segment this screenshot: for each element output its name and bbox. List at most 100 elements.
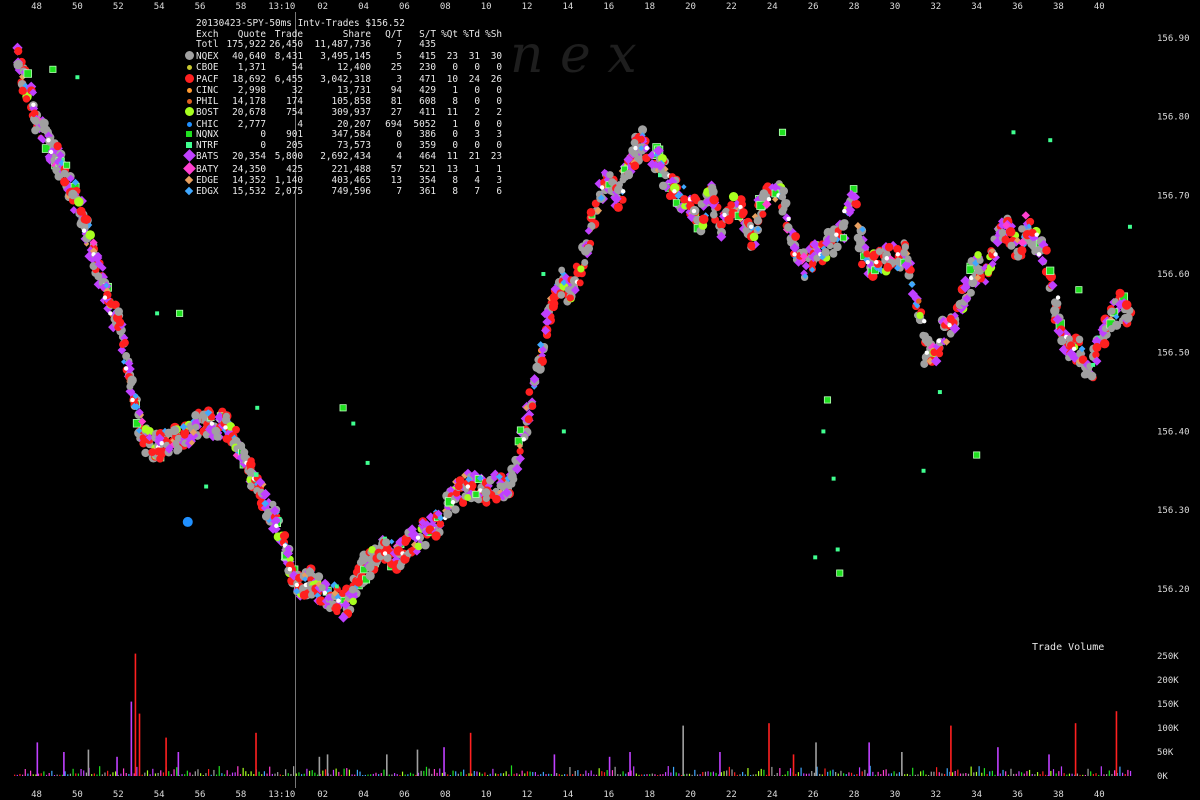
trade-point-ntrf [351, 421, 356, 426]
trade-point-pacf [709, 195, 719, 205]
volume-spike-bar [608, 756, 611, 776]
trade-point-bost [141, 425, 150, 434]
volume-bar [691, 774, 693, 776]
volume-bar [72, 768, 74, 776]
trade-point-bost [984, 268, 992, 277]
stats-cell-xqt: 8 [452, 185, 458, 197]
trade-point-nqex [624, 169, 633, 179]
legend-marker-edgx [184, 186, 194, 195]
trade-point-pacf [852, 200, 861, 209]
trade-point-nqex [778, 207, 787, 216]
volume-bar [832, 769, 834, 776]
stats-cell-trade: 5,800 [274, 151, 303, 162]
volume-bar [755, 774, 757, 776]
x-tick-bottom-label: 12 [522, 790, 533, 800]
volume-bar [914, 774, 916, 776]
stats-cell-exch: EDGX [196, 185, 219, 197]
volume-bar [399, 774, 401, 776]
trade-point-pacf [354, 577, 363, 587]
volume-bar [69, 773, 72, 776]
volume-bar [441, 772, 444, 776]
trade-point-nqex [173, 444, 183, 454]
volume-bar [912, 767, 914, 776]
x-tick-bottom-label: 34 [971, 790, 982, 800]
trade-point-pacf [680, 195, 689, 204]
x-tick-top-label: 54 [154, 2, 165, 12]
stats-cell-quote: 0 [260, 139, 266, 151]
volume-bar [925, 774, 927, 776]
stats-cell-qt: 13 [390, 175, 402, 186]
trade-point-highlight [336, 598, 341, 603]
volume-bar [1129, 770, 1132, 776]
volume-bar [566, 774, 568, 776]
volume-bar [614, 766, 616, 776]
volume-bar [364, 774, 366, 776]
trade-point-pacf [1121, 300, 1132, 310]
stats-cell-xsh: 23 [490, 151, 502, 162]
trade-point-ntrf [831, 476, 836, 481]
trade-point-nqex [1054, 300, 1062, 308]
volume-bar [930, 771, 932, 776]
x-axis-bottom: 48 50 52 54 56 58 13:10 02 04 06 08 10 12 14 16 18 20 22 2… [31, 790, 1105, 800]
volume-bar [720, 772, 722, 776]
volume-bar [850, 772, 853, 776]
volume-spike-bar [901, 752, 903, 776]
trade-point-pacf [1042, 246, 1051, 255]
volume-bar [1034, 774, 1036, 776]
stats-cell-xsh: 0 [496, 85, 502, 96]
stats-row-bost: BOST 20,678 754 309,937 27 411 11 2 2 [182, 107, 502, 120]
volume-bar [375, 772, 377, 776]
volume-bar [704, 771, 707, 776]
volume-bar [808, 773, 810, 776]
trade-point-nqex [753, 216, 762, 225]
trade-point-edgx [908, 280, 916, 288]
volume-bar [970, 766, 972, 776]
volume-bar [811, 771, 813, 776]
volume-bar [981, 772, 983, 776]
x-tick-top-label: 36 [1012, 2, 1023, 12]
volume-bar [1071, 773, 1073, 776]
volume-bar [27, 773, 29, 776]
trade-point-nqex [557, 291, 566, 299]
volume-spike-bar [1048, 754, 1050, 776]
volume-bar [861, 771, 863, 776]
trade-point-pacf [869, 252, 878, 261]
volume-bar [702, 771, 704, 776]
trade-point-nqex [708, 183, 717, 193]
trade-point-ntrf [813, 555, 818, 560]
trade-point-nqnx [514, 437, 523, 446]
volume-bar [115, 771, 117, 776]
volume-bar [986, 774, 988, 776]
volume-bar [83, 770, 85, 776]
volume-bar [67, 774, 69, 776]
trade-point-highlight [382, 551, 388, 556]
volume-bar [253, 774, 255, 776]
trade-point-pacf [154, 447, 163, 456]
volume-bar [800, 767, 802, 776]
volume-bar [431, 773, 433, 776]
trade-point-pacf [698, 214, 709, 225]
trade-point-pacf [857, 260, 866, 269]
trade-point-nqex [246, 467, 256, 477]
trade-point-bost [85, 230, 95, 240]
volume-bar [845, 774, 847, 776]
stats-cell-trade: 754 [286, 107, 303, 118]
volume-bar [261, 774, 263, 776]
trade-point-pacf [884, 243, 894, 252]
volume-bar [85, 772, 87, 776]
volume-bar [208, 769, 210, 776]
trade-point-nqex [900, 248, 908, 257]
trade-point-pacf [1099, 339, 1110, 349]
trade-point-pacf [566, 294, 574, 302]
stats-cell-xsh [480, 40, 502, 51]
col-xqt: %Qt [441, 28, 458, 40]
y-tick-label: 156.80 [1157, 113, 1190, 123]
x-tick-bottom-label: 54 [154, 790, 165, 800]
trade-point-bost [74, 197, 84, 207]
trade-point-nqnx [1075, 286, 1083, 294]
volume-tick-label: 50K [1157, 748, 1174, 758]
volume-bar [324, 769, 327, 776]
volume-bar [715, 772, 717, 776]
volume-bar [170, 774, 173, 776]
volume-bar [436, 772, 438, 776]
